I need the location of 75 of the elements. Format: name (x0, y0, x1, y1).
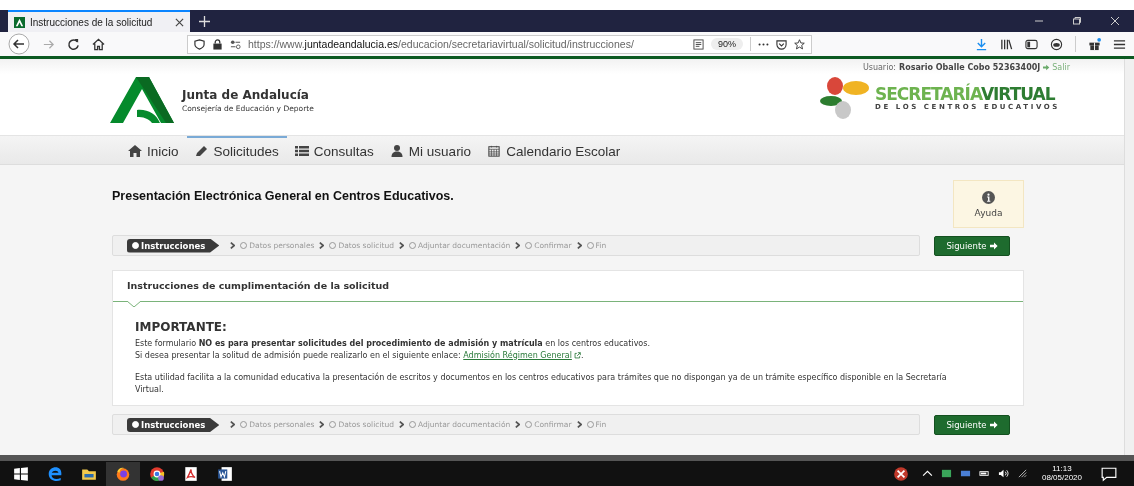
panel-title: Instrucciones de cumplimentación de la solicitud (126, 279, 391, 293)
zoom-level[interactable]: 90% (711, 38, 743, 50)
reload-icon[interactable] (67, 37, 80, 51)
description-paragraph: Esta utilidad facilita a la comunidad educativa la presentación de escritos y documentos en los centros educativos para trámites que no dispongan ya de un trámite específico disponible en la Secretaría Virtual. (135, 372, 948, 396)
lock-icon (212, 38, 223, 50)
user-icon (389, 145, 404, 157)
chevron-icon (576, 421, 582, 429)
restore-icon[interactable] (1072, 16, 1082, 26)
chevron-icon (576, 242, 582, 249)
user-label: Usuario: (862, 63, 896, 72)
chevron-icon (398, 421, 404, 429)
tray-app-icon[interactable] (940, 468, 952, 479)
favicon-icon (14, 16, 25, 28)
address-bar[interactable]: https://www.juntadeandalucia.es/educacion/secretariavirtual/solicitud/instrucciones/ 90% (187, 34, 812, 54)
home-icon (128, 145, 142, 157)
firefox-browser-icon[interactable] (106, 461, 140, 486)
list-icon (294, 145, 309, 157)
letter-a-logo-icon (110, 77, 174, 123)
chevron-icon (515, 242, 521, 249)
battery-icon[interactable] (978, 468, 990, 479)
scrollbar[interactable] (1124, 59, 1134, 455)
progress-step: Instrucciones (127, 238, 220, 253)
back-icon[interactable] (8, 33, 30, 55)
important-heading: IMPORTANTE: (135, 320, 228, 334)
nav-tab[interactable]: Mi usuario (381, 136, 480, 164)
nav-tab[interactable]: Inicio (120, 136, 187, 164)
home-icon[interactable] (92, 37, 105, 51)
volume-icon[interactable] (997, 468, 1009, 479)
sidebar-icon[interactable] (1025, 37, 1038, 51)
next-button[interactable]: Siguiente (934, 235, 1010, 256)
calendar-icon (487, 145, 502, 157)
external-link-icon (573, 351, 581, 359)
sign-out-icon (1043, 64, 1051, 71)
gift-icon[interactable] (1088, 37, 1101, 51)
nav-tab[interactable]: Solicitudes (186, 136, 287, 164)
chevron-up-icon[interactable] (921, 468, 933, 479)
chevron-icon (230, 242, 236, 249)
notice-paragraph: Este formulario NO es para presentar solicitudes del procedimiento de admisión y matrícula en los centros educativos. (135, 338, 651, 350)
permissions-icon (230, 38, 241, 50)
library-icon[interactable] (1000, 37, 1013, 51)
link-paragraph: Si desea presentar la solitud de admisión puede realizarlo en el siguiente enlace: Admisión Régimen General . (135, 349, 585, 362)
arrow-right-icon (989, 420, 998, 429)
nav-tab[interactable]: Calendario Escolar (479, 136, 629, 164)
url-text: https://www.juntadeandalucia.es/educacion/secretariavirtual/solicitud/instrucciones/ (248, 38, 635, 50)
progress-step: Instrucciones (127, 417, 220, 432)
page-title: Presentación Electrónica General en Centros Educativos. (112, 189, 454, 203)
organization-name: Junta de Andalucía (182, 87, 310, 102)
help-button[interactable]: Ayuda (953, 180, 1024, 228)
pocket-icon[interactable] (776, 38, 787, 50)
pencil-icon (194, 145, 209, 157)
star-icon[interactable] (794, 38, 805, 50)
chevron-icon (230, 421, 236, 429)
info-icon (982, 190, 995, 204)
account-icon[interactable] (1050, 37, 1063, 51)
new-tab-icon[interactable] (199, 15, 210, 27)
menu-icon[interactable] (1113, 37, 1126, 51)
clock-date: 08/05/2020 (1041, 473, 1082, 483)
nav-tab[interactable]: Consultas (286, 136, 382, 164)
user-name: Rosario Oballe Cobo 52363400J (899, 63, 1041, 72)
clock-time: 11:13 (1052, 464, 1072, 474)
download-icon[interactable] (975, 37, 988, 51)
taskbar-clock[interactable]: 11:13 08/05/2020 (1041, 464, 1082, 483)
browser-tab[interactable]: Instrucciones de la solicitud (8, 10, 190, 32)
next-button[interactable]: Siguiente (934, 414, 1010, 435)
close-icon[interactable] (175, 17, 184, 27)
reader-view-icon[interactable] (693, 38, 704, 50)
chevron-icon (319, 421, 325, 429)
admission-link[interactable]: Admisión Régimen General (463, 349, 581, 362)
brand-title: SECRETARÍAVIRTUAL (875, 85, 1055, 103)
chevron-icon (515, 421, 521, 429)
arrow-right-icon (989, 241, 998, 250)
chevron-icon (398, 242, 404, 249)
chevron-icon (319, 242, 325, 249)
shield-icon (194, 38, 205, 50)
tab-title: Instrucciones de la solicitud (30, 16, 154, 28)
